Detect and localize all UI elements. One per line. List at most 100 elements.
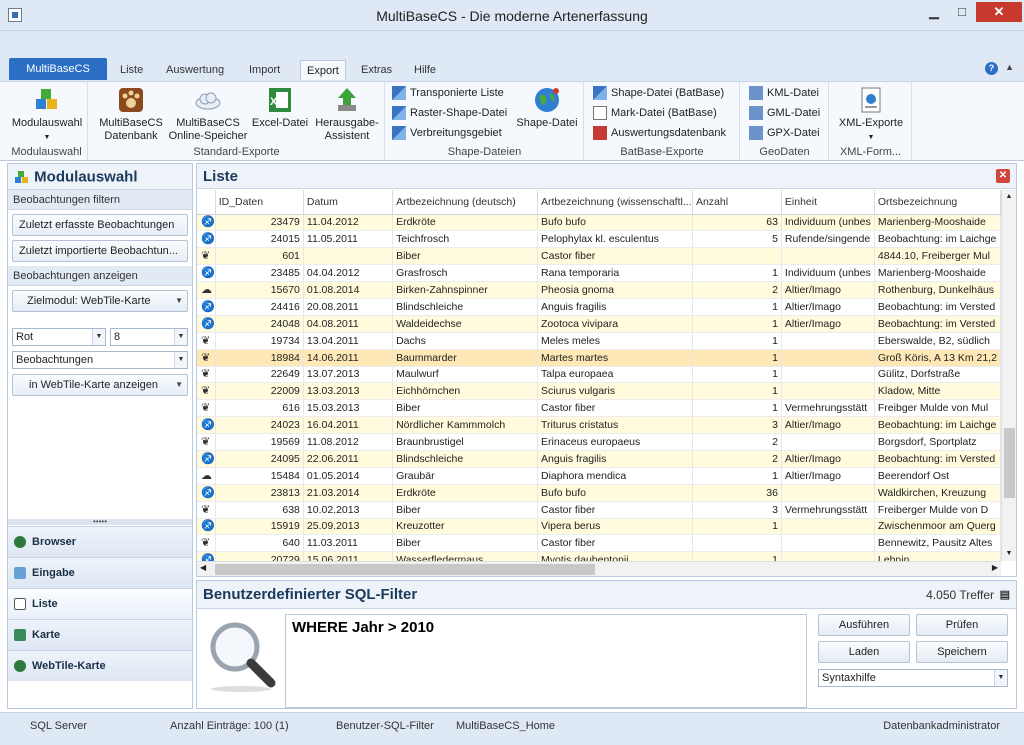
vertical-scrollbar[interactable]: ▲ ▼	[1001, 190, 1016, 561]
color-select[interactable]: Rot ▼	[12, 328, 106, 346]
check-button[interactable]: Prüfen	[916, 614, 1008, 636]
col-ortsbezeichnung[interactable]: Ortsbezeichnung	[874, 190, 1001, 215]
ribbon-collapse-icon[interactable]: ▲	[1005, 62, 1014, 72]
cell-unit	[781, 433, 875, 451]
shape-datei-button[interactable]: Shape-Datei	[514, 85, 580, 130]
col-einheit[interactable]: Einheit	[781, 190, 875, 215]
table-row[interactable]: ❦ 640 11.03.2011 Biber Castor fiber Bennewitz…	[197, 534, 1001, 553]
group-label-geodaten: GeoDaten	[759, 146, 810, 158]
tab-liste[interactable]: Liste	[114, 60, 149, 80]
cell-place: Zwischenmoor am Querg	[874, 518, 1001, 536]
group-label-xml: XML-Form...	[839, 146, 902, 158]
table-row[interactable]: ♐ 23479 11.04.2012 Erdkröte Bufo bufo 63 Indiv…	[197, 214, 1001, 232]
table-row[interactable]: ♐ 24095 22.06.2011 Blindschleiche Anguis fra…	[197, 450, 1001, 468]
cell-place: Bennewitz, Pausitz Altes	[874, 534, 1001, 553]
maximize-button[interactable]: □	[948, 2, 976, 22]
help-icon[interactable]: ?	[985, 62, 998, 75]
table-row[interactable]: ❦ 638 10.02.2013 Biber Castor fiber 3 Vermehru…	[197, 501, 1001, 519]
table-row[interactable]: ❦ 616 15.03.2013 Biber Castor fiber 1 Vermehru…	[197, 399, 1001, 418]
cell-date: 13.04.2011	[303, 332, 394, 350]
table-row[interactable]: ♐ 24048 04.08.2011 Waldeidechse Zootoca vivi…	[197, 315, 1001, 333]
sql-query-input[interactable]: WHERE Jahr > 2010	[285, 614, 807, 708]
scroll-down-icon[interactable]: ▼	[1002, 547, 1016, 561]
tab-hilfe[interactable]: Hilfe	[408, 60, 442, 80]
table-row[interactable]: ♐ 15919 25.09.2013 Kreuzotter Vipera berus 1 Z…	[197, 518, 1001, 536]
hscroll-thumb[interactable]	[215, 564, 595, 575]
table-row[interactable]: ❦ 601 Biber Castor fiber 4844.10, Freiberger…	[197, 247, 1001, 266]
table-row[interactable]: ❦ 22649 13.07.2013 Maulwurf Talpa europaea 1 G…	[197, 366, 1001, 384]
kml-datei-button[interactable]: KML-Datei	[749, 84, 819, 102]
group-modulauswahl: Modulauswahl ▼ Modulauswahl	[6, 82, 88, 160]
col-id-daten[interactable]: ID_Daten	[215, 190, 304, 215]
verbreitungsgebiet-button[interactable]: Verbreitungsgebiet	[392, 124, 502, 142]
show-in-webtile-button[interactable]: in WebTile-Karte anzeigen ▼	[12, 374, 188, 396]
nav-eingabe[interactable]: Eingabe	[8, 557, 192, 588]
scroll-left-icon[interactable]: ◀	[200, 563, 206, 572]
cell-date: 15.06.2011	[303, 551, 394, 561]
export-online-storage-button[interactable]: MultiBaseCS Online-Speicher	[167, 85, 249, 143]
table-row[interactable]: ❦ 22009 13.03.2013 Eichhörnchen Sciurus vulg…	[197, 382, 1001, 401]
scroll-thumb[interactable]	[1004, 428, 1015, 498]
col-anzahl[interactable]: Anzahl	[692, 190, 782, 215]
table-row[interactable]: ❦ 19734 13.04.2011 Dachs Meles meles 1 Eberswa…	[197, 332, 1001, 350]
target-module-dropdown[interactable]: Zielmodul: WebTile-Karte ▼	[12, 290, 188, 312]
cell-name-sci: Pheosia gnoma	[537, 281, 693, 299]
nav-liste[interactable]: Liste	[8, 588, 192, 619]
close-icon[interactable]: ✕	[996, 169, 1010, 183]
col-artbezeichnung-deutsch[interactable]: Artbezeichnung (deutsch)	[392, 190, 539, 215]
gml-datei-button[interactable]: GML-Datei	[749, 104, 820, 122]
col-artbezeichnung-wiss[interactable]: Artbezeichnung (wissenschaftl...	[537, 190, 693, 215]
table-row[interactable]: ♐ 23813 21.03.2014 Erdkröte Bufo bufo 36 Waldk…	[197, 484, 1001, 502]
table-row[interactable]: ☁ 15670 01.08.2014 Birken-Zahnspinner Pheosi…	[197, 281, 1001, 299]
close-button[interactable]: ✕	[976, 2, 1022, 22]
type-select[interactable]: Beobachtungen ▼	[12, 351, 188, 369]
nav-webtile-karte[interactable]: WebTile-Karte	[8, 650, 192, 681]
table-row[interactable]: ♐ 24023 16.04.2011 Nördlicher Kammmolch Trit…	[197, 416, 1001, 435]
nav-browser[interactable]: Browser	[8, 526, 192, 557]
table-row[interactable]: ☁ 15484 01.05.2014 Graubär Diaphora mendica 1…	[197, 467, 1001, 485]
tab-import[interactable]: Import	[243, 60, 286, 80]
table-row[interactable]: ♐ 24015 11.05.2011 Teichfrosch Pelophylax kl…	[197, 230, 1001, 249]
scroll-up-icon[interactable]: ▲	[1002, 190, 1016, 204]
app-menu-tab[interactable]: MultiBaseCS	[9, 58, 107, 80]
cell-name-sci: Castor fiber	[537, 399, 693, 418]
transponierte-liste-button[interactable]: Transponierte Liste	[392, 84, 504, 102]
table-row[interactable]: ♐ 20729 15.06.2011 Wasserfledermaus Myotis d…	[197, 551, 1001, 561]
syntax-help-select[interactable]: Syntaxhilfe ▼	[818, 669, 1008, 687]
scroll-right-icon[interactable]: ▶	[992, 563, 998, 572]
recent-imported-button[interactable]: Zuletzt importierte Beobachtun...	[12, 240, 188, 262]
auswertungsdatenbank-button[interactable]: Auswertungsdatenbank	[593, 124, 726, 142]
document-icon[interactable]: ▤	[1000, 588, 1010, 601]
size-select[interactable]: 8 ▼	[110, 328, 188, 346]
shape-batbase-button[interactable]: Shape-Datei (BatBase)	[593, 84, 724, 102]
mark-batbase-button[interactable]: Mark-Datei (BatBase)	[593, 104, 717, 122]
tab-auswertung[interactable]: Auswertung	[160, 60, 230, 80]
col-datum[interactable]: Datum	[303, 190, 394, 215]
tab-export[interactable]: Export	[300, 60, 346, 80]
panel-splitter[interactable]: •••••	[8, 518, 192, 526]
export-multibase-db-button[interactable]: MultiBaseCS Datenbank	[95, 85, 167, 143]
load-button[interactable]: Laden	[818, 641, 910, 663]
herausgabe-assistent-button[interactable]: Herausgabe- Assistent	[311, 85, 383, 143]
recent-captured-button[interactable]: Zuletzt erfasste Beobachtungen	[12, 214, 188, 236]
minimize-button[interactable]: ▁	[920, 2, 948, 22]
nav-karte[interactable]: Karte	[8, 619, 192, 650]
modulauswahl-button[interactable]: Modulauswahl ▼	[10, 85, 84, 144]
export-excel-button[interactable]: X Excel-Datei	[249, 85, 311, 130]
table-row[interactable]: ♐ 23485 04.04.2012 Grasfrosch Rana temporari…	[197, 264, 1001, 283]
table-row[interactable]: ❦ 18984 14.06.2011 Baummarder Martes martes 1…	[197, 349, 1001, 367]
save-button[interactable]: Speichern	[916, 641, 1008, 663]
cell-name-sci: Pelophylax kl. esculentus	[537, 230, 693, 249]
horizontal-scrollbar[interactable]: ◀ ▶	[197, 561, 1001, 576]
table-row[interactable]: ♐ 24416 20.08.2011 Blindschleiche Anguis fra…	[197, 298, 1001, 316]
cell-name-de: Waldeidechse	[392, 315, 539, 333]
tab-extras[interactable]: Extras	[355, 60, 398, 80]
xml-exporte-button[interactable]: XML-Exporte ▼	[834, 85, 908, 144]
cell-id: 24416	[215, 298, 304, 316]
moth-icon: ☁	[197, 281, 216, 299]
raster-shape-button[interactable]: Raster-Shape-Datei	[392, 104, 507, 122]
cell-date: 25.09.2013	[303, 518, 394, 536]
table-row[interactable]: ❦ 19569 11.08.2012 Braunbrustigel Erinaceus …	[197, 433, 1001, 451]
gpx-datei-button[interactable]: GPX-Datei	[749, 124, 820, 142]
run-button[interactable]: Ausführen	[818, 614, 910, 636]
